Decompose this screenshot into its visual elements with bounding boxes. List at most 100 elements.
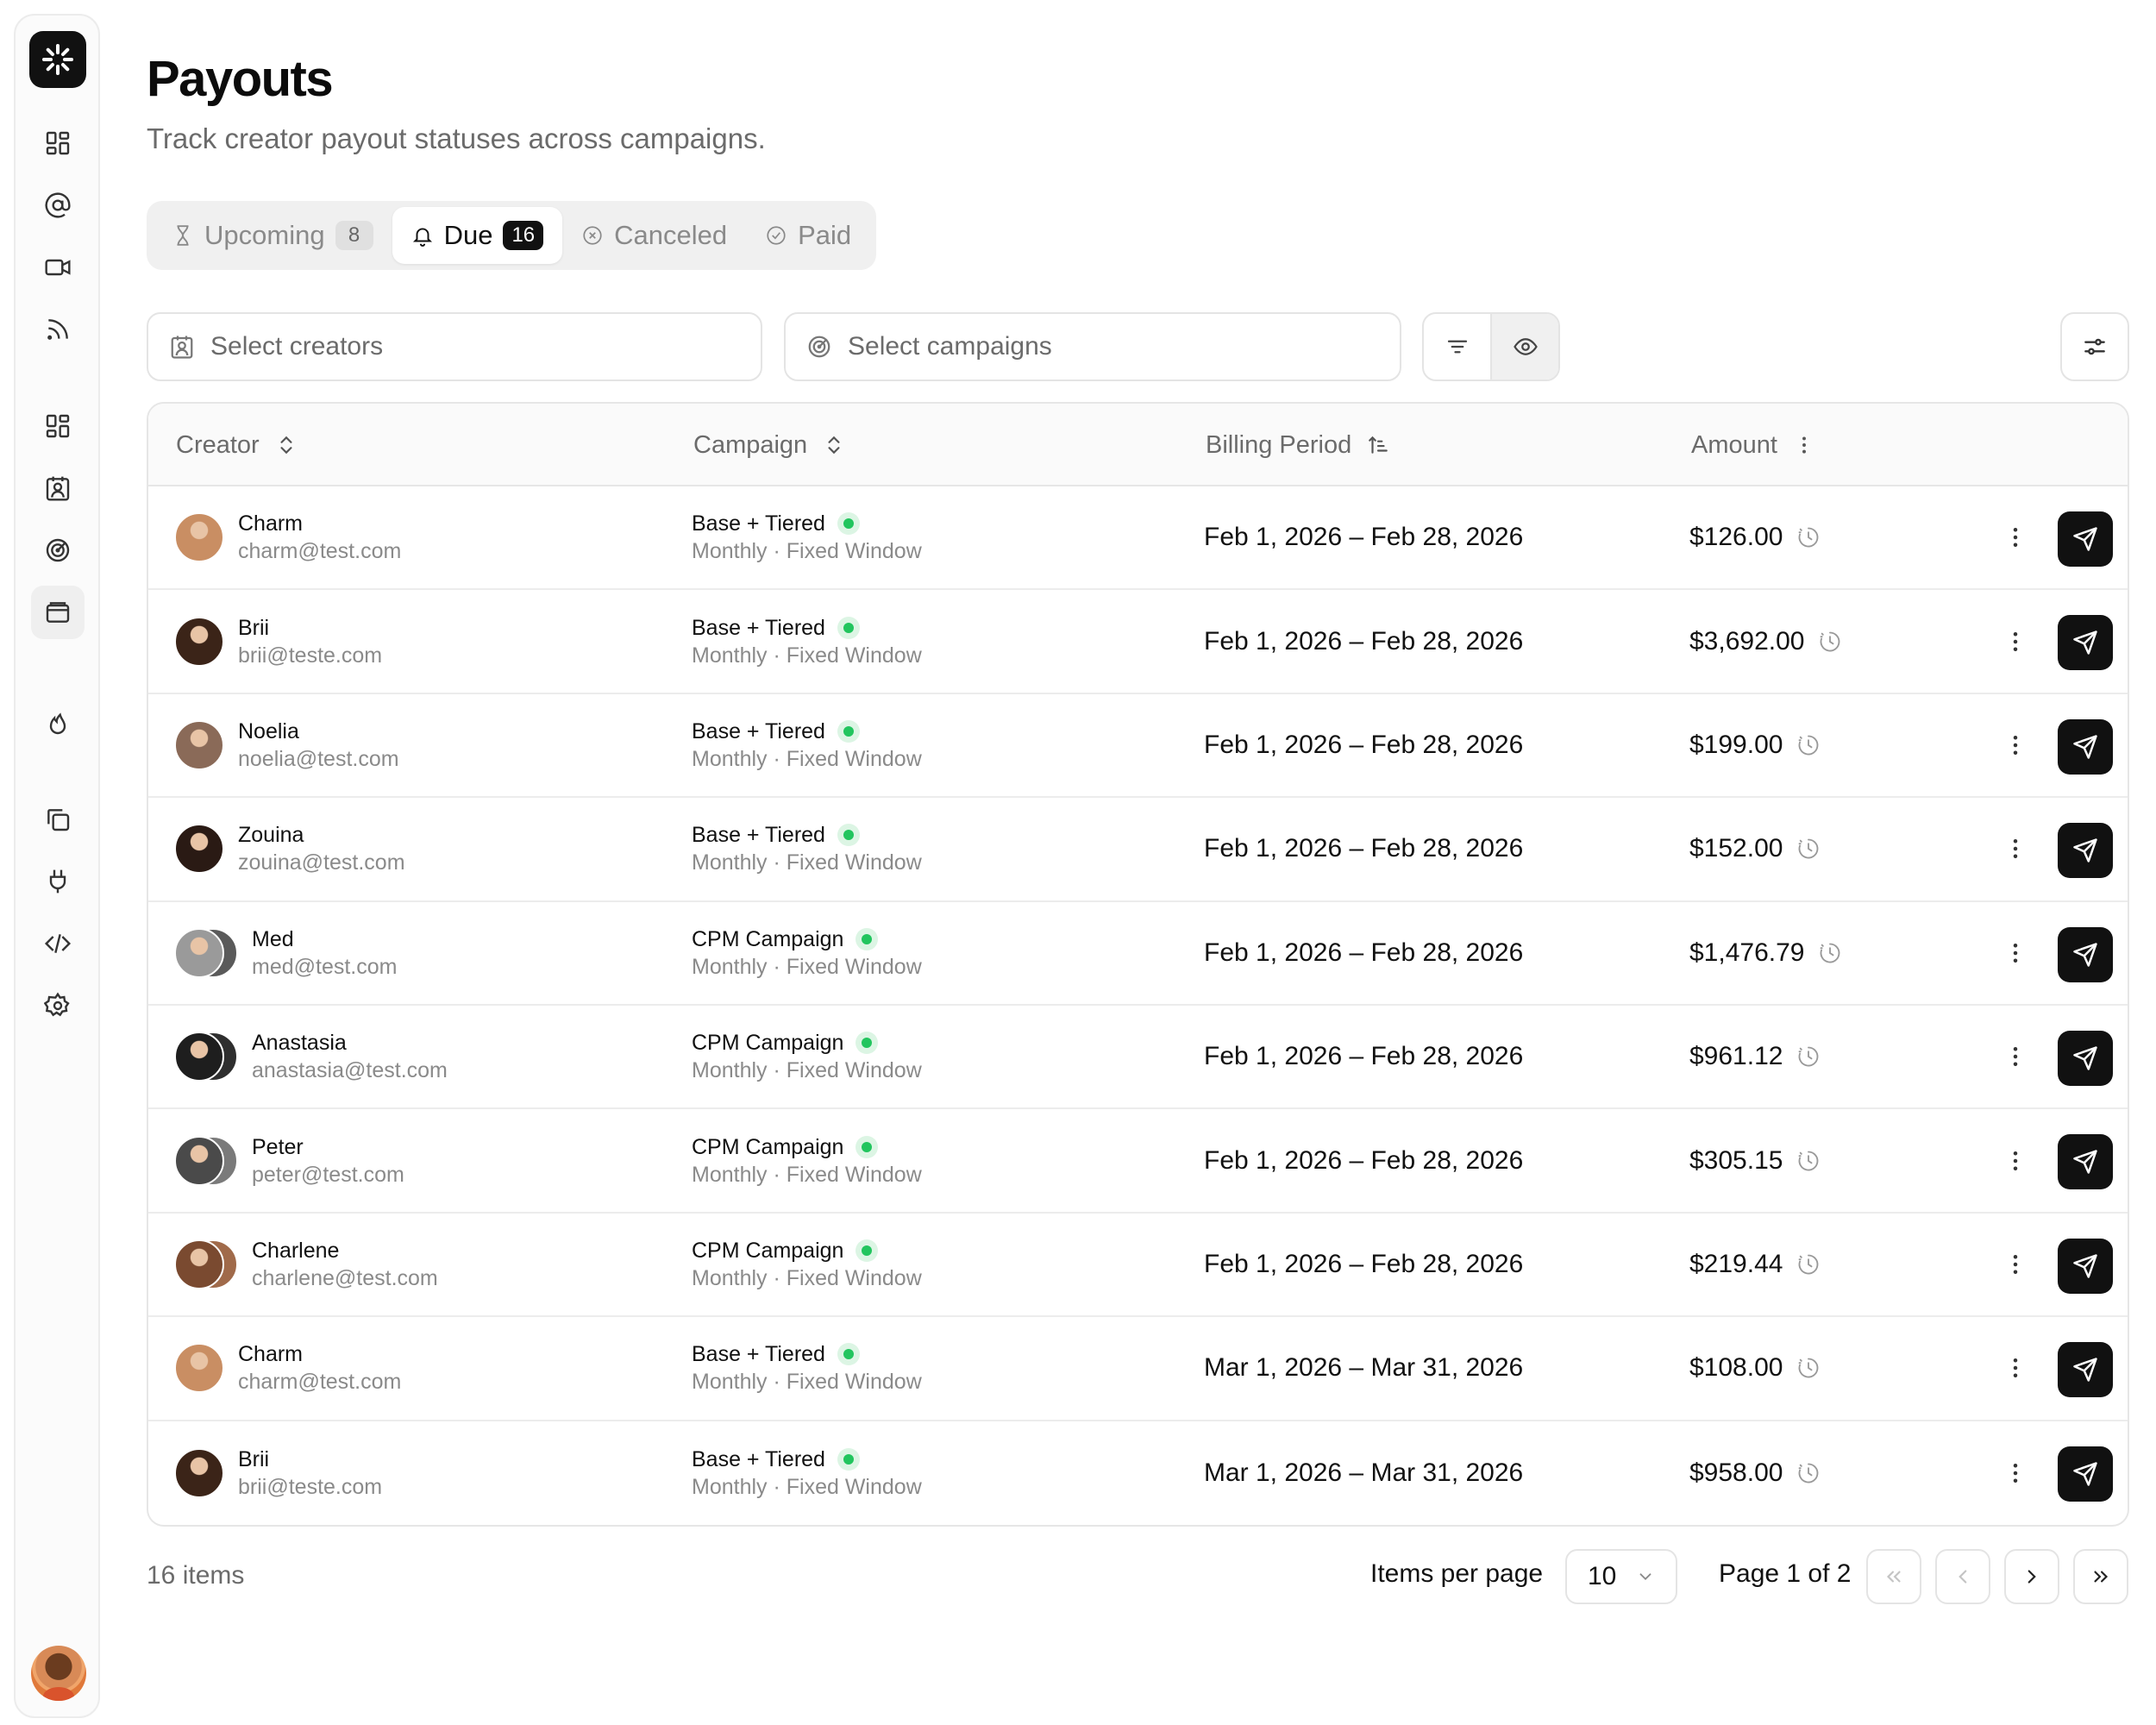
send-payout-button[interactable] (2058, 1342, 2113, 1398)
sort-ascending-icon (1369, 436, 1388, 454)
creator-name: Noelia (238, 718, 299, 743)
rss-icon[interactable] (31, 303, 85, 356)
send-payout-button[interactable] (2058, 823, 2113, 879)
asterisk-logo-icon[interactable] (29, 31, 86, 88)
creator-info: Charm charm@test.com (238, 1340, 401, 1396)
creator-cell: Noelia noelia@test.com (174, 694, 399, 796)
check-circle-icon (767, 226, 786, 245)
row-actions-menu[interactable] (1998, 1421, 2033, 1525)
column-label: Amount (1691, 430, 1777, 459)
flame-icon[interactable] (31, 696, 85, 750)
send-payout-button[interactable] (2058, 1134, 2113, 1190)
campaign-cell: CPM Campaign Monthly · Fixed Window (692, 1214, 922, 1315)
table-row[interactable]: Peter peter@test.com CPM Campaign Monthl… (148, 1109, 2128, 1214)
chevron-right-icon (2028, 1570, 2036, 1584)
row-actions-menu[interactable] (1998, 486, 2033, 588)
billing-period: Feb 1, 2026 – Feb 28, 2026 (1204, 730, 1524, 759)
amount-cell: $3,692.00 (1689, 590, 1842, 692)
campaign-name: CPM Campaign (692, 926, 844, 951)
copy-icon[interactable] (31, 793, 85, 846)
campaigns-select-placeholder: Select campaigns (848, 332, 1052, 361)
tab-upcoming[interactable]: Upcoming 8 (153, 207, 392, 264)
target-icon[interactable] (31, 524, 85, 577)
video-icon[interactable] (31, 241, 85, 294)
table-row[interactable]: Med med@test.com CPM Campaign Monthly · … (148, 902, 2128, 1006)
visibility-button[interactable] (1490, 314, 1558, 380)
send-payout-button[interactable] (2058, 1238, 2113, 1294)
live-status-dot (837, 616, 860, 639)
creator-email: anastasia@test.com (252, 1058, 448, 1083)
billing-period: Mar 1, 2026 – Mar 31, 2026 (1204, 1458, 1524, 1487)
creator-email: charm@test.com (238, 1370, 402, 1395)
dashboard-icon[interactable] (31, 116, 85, 170)
table-body: Charm charm@test.com Base + Tiered Month… (148, 486, 2128, 1525)
column-header-amount[interactable]: Amount (1691, 404, 1815, 486)
campaigns-select[interactable]: Select campaigns (784, 312, 1401, 381)
pending-clock-icon (1799, 1254, 1819, 1275)
send-payout-button[interactable] (2058, 511, 2113, 567)
user-avatar[interactable] (31, 1646, 86, 1701)
wallet-icon[interactable] (31, 586, 85, 639)
items-per-page-select[interactable]: 10 (1565, 1549, 1677, 1604)
tab-paid[interactable]: Paid (746, 207, 870, 264)
code-icon[interactable] (31, 917, 85, 970)
send-payout-button[interactable] (2058, 615, 2113, 671)
row-actions-menu[interactable] (1998, 590, 2033, 692)
next-page-button[interactable] (2004, 1549, 2059, 1604)
sort-updown-icon (828, 436, 840, 455)
plug-icon[interactable] (31, 855, 85, 908)
creator-email: noelia@test.com (238, 746, 399, 771)
row-actions-menu[interactable] (1998, 798, 2033, 900)
pending-clock-icon (1799, 838, 1819, 859)
row-actions-menu[interactable] (1998, 1317, 2033, 1419)
column-header-billing-period[interactable]: Billing Period (1206, 404, 1389, 486)
gear-icon[interactable] (31, 979, 85, 1032)
table-row[interactable]: Charm charm@test.com Base + Tiered Month… (148, 486, 2128, 591)
creators-select[interactable]: Select creators (147, 312, 762, 381)
creator-name: Zouina (238, 823, 304, 848)
send-payout-button[interactable] (2058, 926, 2113, 982)
filter-button[interactable] (1424, 314, 1490, 380)
chevrons-left-icon (1886, 1571, 1901, 1583)
creator-avatar (174, 1135, 224, 1186)
contact-badge-icon[interactable] (31, 461, 85, 515)
table-row[interactable]: Anastasia anastasia@test.com CPM Campaig… (148, 1006, 2128, 1110)
table-row[interactable]: Charm charm@test.com Base + Tiered Month… (148, 1317, 2128, 1421)
column-header-campaign[interactable]: Campaign (693, 404, 845, 486)
creator-avatar (174, 927, 224, 978)
prev-page-button[interactable] (1935, 1549, 1990, 1604)
grid-icon[interactable] (31, 399, 85, 453)
column-header-creator[interactable]: Creator (176, 404, 298, 486)
tab-due[interactable]: Due 16 (392, 207, 563, 264)
creator-avatar (174, 1239, 224, 1289)
table-row[interactable]: Brii brii@teste.com Base + Tiered Monthl… (148, 1421, 2128, 1525)
table-row[interactable]: Charlene charlene@test.com CPM Campaign … (148, 1214, 2128, 1318)
pending-clock-icon (1799, 1151, 1819, 1170)
creator-avatar (174, 1447, 224, 1498)
row-actions-menu[interactable] (1998, 694, 2033, 796)
row-actions-menu[interactable] (1998, 1214, 2033, 1315)
table-settings-button[interactable] (2060, 312, 2129, 381)
send-payout-button[interactable] (2058, 718, 2113, 775)
table-row[interactable]: Zouina zouina@test.com Base + Tiered Mon… (148, 798, 2128, 902)
row-actions-menu[interactable] (1998, 1006, 2033, 1107)
at-sign-icon[interactable] (31, 179, 85, 232)
creator-info: Med med@test.com (252, 925, 397, 981)
send-payout-button[interactable] (2058, 1030, 2113, 1086)
more-vertical-icon (2013, 1358, 2018, 1378)
campaign-meta: Monthly · Fixed Window (692, 1162, 922, 1187)
creator-avatar (174, 1343, 224, 1394)
first-page-button[interactable] (1866, 1549, 1921, 1604)
table-row[interactable]: Noelia noelia@test.com Base + Tiered Mon… (148, 694, 2128, 799)
creator-name: Peter (252, 1134, 304, 1159)
table-row[interactable]: Brii brii@teste.com Base + Tiered Monthl… (148, 590, 2128, 694)
tab-canceled[interactable]: Canceled (562, 207, 746, 264)
row-actions-menu[interactable] (1998, 902, 2033, 1004)
send-payout-button[interactable] (2058, 1446, 2113, 1502)
view-toggle-group (1422, 312, 1560, 381)
amount-value: $152.00 (1689, 834, 1783, 863)
creator-info: Brii brii@teste.com (238, 1446, 382, 1501)
row-actions-menu[interactable] (1998, 1109, 2033, 1211)
bell-icon (412, 228, 432, 247)
last-page-button[interactable] (2073, 1549, 2128, 1604)
